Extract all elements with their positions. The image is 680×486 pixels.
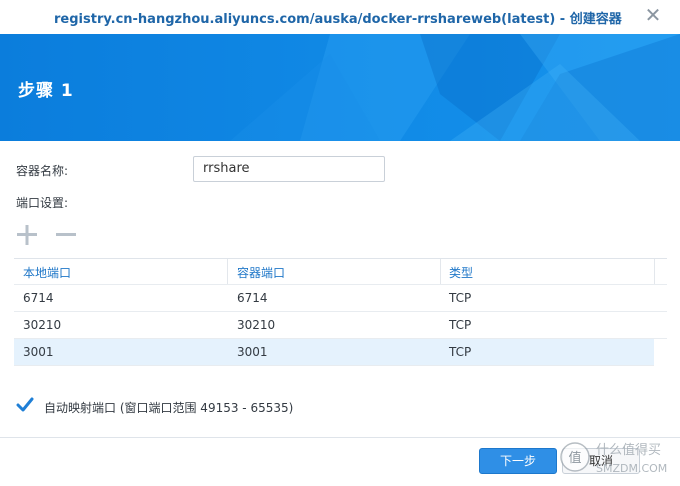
header-type[interactable]: 类型 bbox=[449, 264, 473, 281]
table-row-selected[interactable]: 3001 3001 TCP bbox=[14, 339, 654, 366]
auto-map-checkbox[interactable] bbox=[16, 396, 34, 414]
checkmark-icon bbox=[16, 397, 34, 412]
minus-icon[interactable] bbox=[55, 224, 77, 246]
auto-map-label: 自动映射端口 (窗口端口范围 49153 - 65535) bbox=[44, 401, 294, 415]
local-port-cell: 6714 bbox=[23, 291, 54, 305]
local-port-cell: 3001 bbox=[23, 345, 54, 359]
window-title: registry.cn-hangzhou.aliyuncs.com/auska/… bbox=[54, 12, 622, 27]
table-row[interactable]: 30210 30210 TCP bbox=[14, 312, 667, 339]
container-port-cell: 6714 bbox=[237, 291, 268, 305]
header-container-port[interactable]: 容器端口 bbox=[237, 264, 285, 281]
banner-background bbox=[0, 34, 680, 141]
title-bar: registry.cn-hangzhou.aliyuncs.com/auska/… bbox=[0, 0, 680, 35]
type-cell: TCP bbox=[449, 318, 472, 332]
step-title: 步骤 1 bbox=[18, 81, 74, 101]
header-spacer bbox=[654, 259, 668, 284]
local-port-cell: 30210 bbox=[23, 318, 62, 332]
table-row[interactable]: 6714 6714 TCP bbox=[14, 285, 667, 312]
column-divider bbox=[227, 259, 228, 284]
ports-table: 本地端口 容器端口 类型 6714 6714 TCP 30210 30210 T… bbox=[14, 258, 667, 366]
header-local-port[interactable]: 本地端口 bbox=[23, 264, 71, 281]
container-port-cell: 3001 bbox=[237, 345, 268, 359]
cancel-button[interactable]: 取消 bbox=[562, 448, 640, 474]
table-header: 本地端口 容器端口 类型 bbox=[14, 259, 667, 285]
close-icon[interactable]: ✕ bbox=[644, 5, 662, 25]
container-port-cell: 30210 bbox=[237, 318, 276, 332]
container-name-label: 容器名称: bbox=[16, 164, 69, 178]
container-name-field[interactable]: rrshare bbox=[193, 156, 385, 182]
port-settings-label: 端口设置: bbox=[16, 196, 69, 210]
type-cell: TCP bbox=[449, 345, 472, 359]
column-divider bbox=[440, 259, 441, 284]
next-button[interactable]: 下一步 bbox=[479, 448, 557, 474]
type-cell: TCP bbox=[449, 291, 472, 305]
plus-icon[interactable] bbox=[16, 224, 38, 246]
step-banner: 步骤 1 bbox=[0, 34, 680, 141]
footer-divider bbox=[0, 437, 680, 438]
